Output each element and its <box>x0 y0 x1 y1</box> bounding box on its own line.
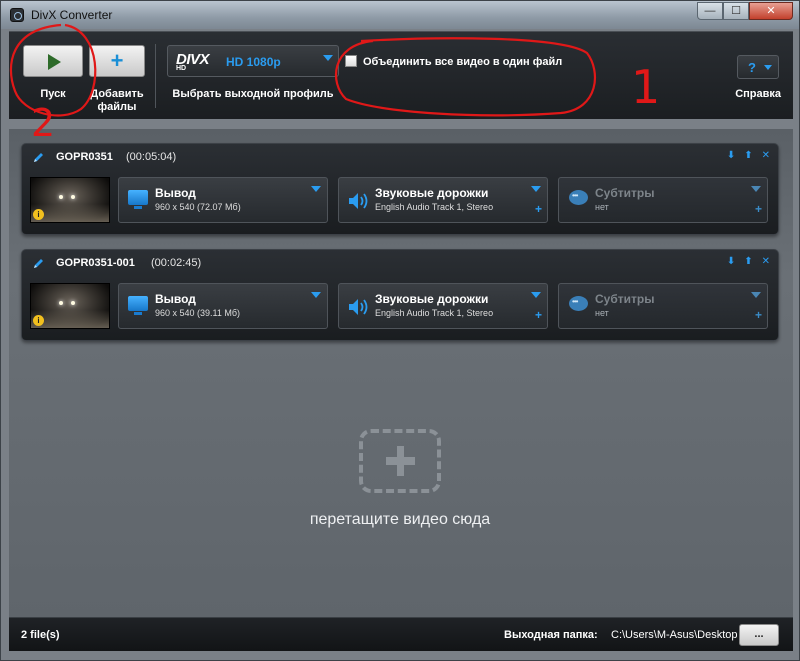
close-icon[interactable]: ✕ <box>762 256 770 268</box>
chevron-down-icon[interactable] <box>311 186 321 192</box>
output-profile-dropdown[interactable]: DIVX HD HD 1080p <box>167 45 339 77</box>
file-card-header: GOPR0351 (00:05:04) ⬇ ⬆ ✕ <box>22 144 778 170</box>
subtitles-title: Субтитры <box>595 292 655 306</box>
start-label[interactable]: Пуск <box>23 88 83 101</box>
arrow-down-icon[interactable]: ⬇ <box>727 256 735 268</box>
audio-detail: English Audio Track 1, Stereo <box>375 202 494 212</box>
merge-option[interactable]: Объединить все видео в один файл <box>343 45 593 77</box>
chevron-down-icon[interactable] <box>531 186 541 192</box>
info-icon[interactable]: i <box>33 209 44 220</box>
speaker-icon <box>349 193 368 209</box>
arrow-up-icon[interactable]: ⬆ <box>744 150 752 162</box>
add-audio-track-button[interactable]: + <box>535 202 542 216</box>
pencil-icon[interactable] <box>32 257 45 270</box>
play-icon <box>48 54 61 70</box>
output-detail: 960 x 540 (39.11 Мб) <box>155 308 241 318</box>
add-files-button[interactable]: + <box>89 45 145 77</box>
window-title: DivX Converter <box>31 8 113 22</box>
output-folder-label: Выходная папка: <box>504 629 598 641</box>
file-card: GOPR0351-001 (00:02:45) ⬇ ⬆ ✕ i Вывод 96… <box>21 249 779 341</box>
start-button[interactable] <box>23 45 83 77</box>
profile-value: HD 1080p <box>226 55 281 69</box>
video-thumbnail[interactable]: i <box>30 177 110 223</box>
monitor-icon <box>128 190 148 209</box>
video-thumbnail[interactable]: i <box>30 283 110 329</box>
output-panel[interactable]: Вывод 960 x 540 (39.11 Мб) <box>118 283 328 329</box>
drop-plus-icon <box>359 429 441 493</box>
audio-detail: English Audio Track 1, Stereo <box>375 308 494 318</box>
subtitles-panel[interactable]: Субтитры нет + <box>558 283 768 329</box>
subtitles-detail: нет <box>595 202 609 212</box>
file-card-actions: ⬇ ⬆ ✕ <box>727 256 770 268</box>
file-count: 2 file(s) <box>21 629 60 641</box>
file-duration: (00:05:04) <box>126 151 177 163</box>
monitor-icon <box>128 296 148 315</box>
output-profile-label: Выбрать выходной профиль <box>172 88 334 100</box>
help-label[interactable]: Справка <box>735 88 781 101</box>
subtitle-bubble-icon <box>569 190 588 205</box>
app-icon <box>10 8 24 22</box>
output-title: Вывод <box>155 292 196 306</box>
browse-folder-button[interactable]: ... <box>739 624 779 646</box>
subtitles-detail: нет <box>595 308 609 318</box>
add-audio-track-button[interactable]: + <box>535 308 542 322</box>
speaker-icon <box>349 299 368 315</box>
output-panel[interactable]: Вывод 960 x 540 (72.07 Мб) <box>118 177 328 223</box>
audio-title: Звуковые дорожки <box>375 292 489 306</box>
status-bar: 2 file(s) Выходная папка: C:\Users\M-Asu… <box>9 617 793 651</box>
chevron-down-icon <box>764 65 772 70</box>
chevron-down-icon <box>323 55 333 61</box>
close-button[interactable]: ✕ <box>749 2 793 20</box>
drop-zone[interactable]: перетащите видео сюда <box>259 429 559 539</box>
add-files-label[interactable]: Добавить файлы <box>85 88 149 114</box>
chevron-down-icon[interactable] <box>751 186 761 192</box>
file-card-header: GOPR0351-001 (00:02:45) ⬇ ⬆ ✕ <box>22 250 778 276</box>
output-folder-path: C:\Users\M-Asus\Desktop <box>611 629 738 641</box>
merge-label[interactable]: Объединить все видео в один файл <box>363 56 562 68</box>
chevron-down-icon[interactable] <box>751 292 761 298</box>
arrow-up-icon[interactable]: ⬆ <box>744 256 752 268</box>
window-controls: — ☐ ✕ <box>697 2 793 20</box>
subtitles-title: Субтитры <box>595 186 655 200</box>
file-name[interactable]: GOPR0351 <box>56 151 113 163</box>
file-list-area: GOPR0351 (00:05:04) ⬇ ⬆ ✕ i Вывод 960 x … <box>9 129 793 617</box>
add-subtitle-button[interactable]: + <box>755 308 762 322</box>
help-icon: ? <box>748 60 756 75</box>
file-duration: (00:02:45) <box>151 257 202 269</box>
merge-checkbox[interactable] <box>345 55 357 67</box>
audio-tracks-panel[interactable]: Звуковые дорожки English Audio Track 1, … <box>338 283 548 329</box>
divx-hd-logo: HD <box>176 65 187 72</box>
arrow-down-icon[interactable]: ⬇ <box>727 150 735 162</box>
info-icon[interactable]: i <box>33 315 44 326</box>
chevron-down-icon[interactable] <box>531 292 541 298</box>
file-card-actions: ⬇ ⬆ ✕ <box>727 150 770 162</box>
output-title: Вывод <box>155 186 196 200</box>
chevron-down-icon[interactable] <box>311 292 321 298</box>
output-detail: 960 x 540 (72.07 Мб) <box>155 202 241 212</box>
subtitles-panel[interactable]: Субтитры нет + <box>558 177 768 223</box>
help-button[interactable]: ? <box>737 55 779 79</box>
toolbar: Пуск + Добавить файлы DIVX HD HD 1080p В… <box>9 31 793 119</box>
divx-converter-window: DivX Converter — ☐ ✕ Пуск + Добавить фай… <box>0 0 800 661</box>
title-bar: DivX Converter — ☐ ✕ <box>1 1 799 29</box>
file-card: GOPR0351 (00:05:04) ⬇ ⬆ ✕ i Вывод 960 x … <box>21 143 779 235</box>
file-name[interactable]: GOPR0351-001 <box>56 257 135 269</box>
minimize-button[interactable]: — <box>697 2 723 20</box>
audio-tracks-panel[interactable]: Звуковые дорожки English Audio Track 1, … <box>338 177 548 223</box>
plus-icon: + <box>110 48 124 73</box>
maximize-button[interactable]: ☐ <box>723 2 749 20</box>
audio-title: Звуковые дорожки <box>375 186 489 200</box>
add-subtitle-button[interactable]: + <box>755 202 762 216</box>
toolbar-separator <box>155 44 156 108</box>
close-icon[interactable]: ✕ <box>762 150 770 162</box>
subtitle-bubble-icon <box>569 296 588 311</box>
pencil-icon[interactable] <box>32 151 45 164</box>
drop-zone-text: перетащите видео сюда <box>309 511 491 528</box>
